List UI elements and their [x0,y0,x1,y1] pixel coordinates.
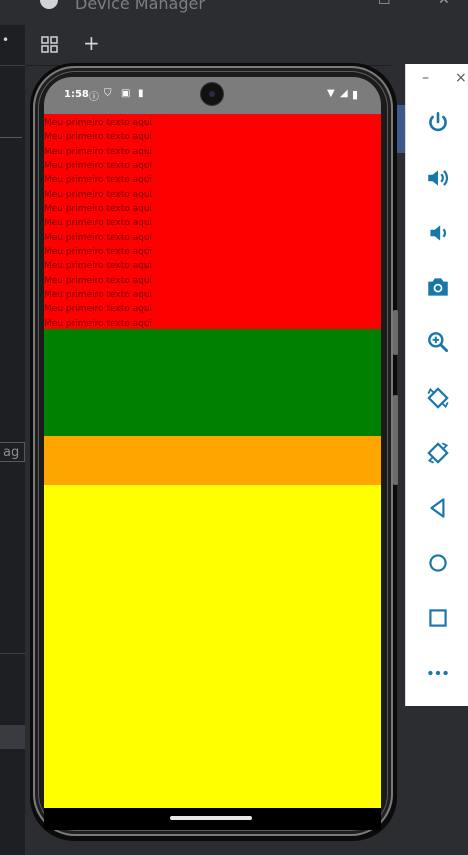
text-line: Meu primeiro texto aqui [44,161,153,172]
volume-down-icon [429,225,446,241]
text-line: Meu primeiro texto aqui [44,132,153,143]
strip-dot-icon: • [2,33,10,47]
rotate-right-icon [426,442,449,464]
text-line: Meu primeiro texto aqui [44,247,153,258]
power-icon [428,111,447,132]
text-list: Meu primeiro texto aqui Meu primeiro text… [44,116,381,331]
gesture-nav-area [44,808,381,830]
device-manager-toolbar: + [25,25,468,66]
divider [0,137,22,138]
rotate-left-icon [426,387,449,409]
shield-icon: ⛉ [104,88,112,99]
power-button[interactable] [406,103,468,143]
a-icon: ▣ [121,88,131,99]
text-line: Meu primeiro texto aqui [44,232,153,243]
truncated-text: ag [0,442,25,462]
overview-icon [428,609,447,627]
power-side-button[interactable] [393,395,398,485]
divider [0,653,25,654]
rotate-left-button[interactable] [406,378,468,418]
minimize-panel-button[interactable]: – [422,70,429,86]
text-line: Meu primeiro texto aqui [44,304,153,315]
home-icon [428,554,447,572]
text-line: Meu primeiro texto aqui [44,175,153,186]
text-line: Meu primeiro texto aqui [44,118,153,128]
phone-screen: 1:58 ⓘ ⛉ ▣ ▮ ▼ ◢ ▮ Meu primeiro texto aq… [44,77,381,808]
info-icon: ⓘ [89,92,99,103]
emulator-controls-panel: – × [405,64,468,706]
add-device-button[interactable]: + [83,31,100,55]
ide-left-strip: • ag [0,25,25,855]
close-window-icon[interactable]: ✕ [438,0,450,8]
text-line: Meu primeiro texto aqui [44,218,153,229]
text-line: Meu primeiro texto aqui [44,146,153,157]
camera-hole [201,83,223,105]
volume-down-button[interactable] [406,213,468,253]
volume-up-button[interactable] [406,158,468,198]
text-line: Meu primeiro texto aqui [44,204,153,215]
ide-title-bar: Device Manager ☐ ✕ [0,0,468,25]
strip-selected-row[interactable] [0,725,25,749]
orange-block [44,436,381,485]
zoom-button[interactable] [406,322,468,362]
home-gesture-bar[interactable] [170,816,252,820]
volume-up-icon [427,170,448,186]
yellow-block [44,485,381,808]
camera-icon [427,278,448,296]
zoom-icon [427,332,448,353]
sd-card-icon: ▮ [138,88,144,99]
window-title: Device Manager [75,0,205,13]
signal-icon: ◢ [340,88,348,99]
text-line: Meu primeiro texto aqui [44,290,153,301]
green-block [44,329,381,436]
back-button[interactable] [406,488,468,528]
text-line: Meu primeiro texto aqui [44,261,153,272]
text-line: Meu primeiro texto aqui [44,189,153,200]
home-button[interactable] [406,543,468,583]
status-time: 1:58 [64,89,89,100]
app-icon [40,0,58,9]
back-icon [429,498,444,518]
overview-button[interactable] [406,598,468,638]
divider [0,65,25,66]
status-bar: 1:58 ⓘ ⛉ ▣ ▮ ▼ ◢ ▮ [44,77,381,114]
text-line: Meu primeiro texto aqui [44,275,153,286]
more-button[interactable] [406,653,468,693]
wifi-icon: ▼ [327,88,335,99]
volume-rocker[interactable] [393,310,398,355]
device-grid-icon[interactable] [40,35,60,60]
maximize-icon[interactable]: ☐ [378,0,391,8]
red-block: Meu primeiro texto aqui Meu primeiro text… [44,114,381,329]
rotate-right-button[interactable] [406,433,468,473]
more-icon [427,670,448,676]
close-panel-button[interactable]: × [455,70,467,86]
screenshot-button[interactable] [406,267,468,307]
battery-icon: ▮ [352,88,359,101]
